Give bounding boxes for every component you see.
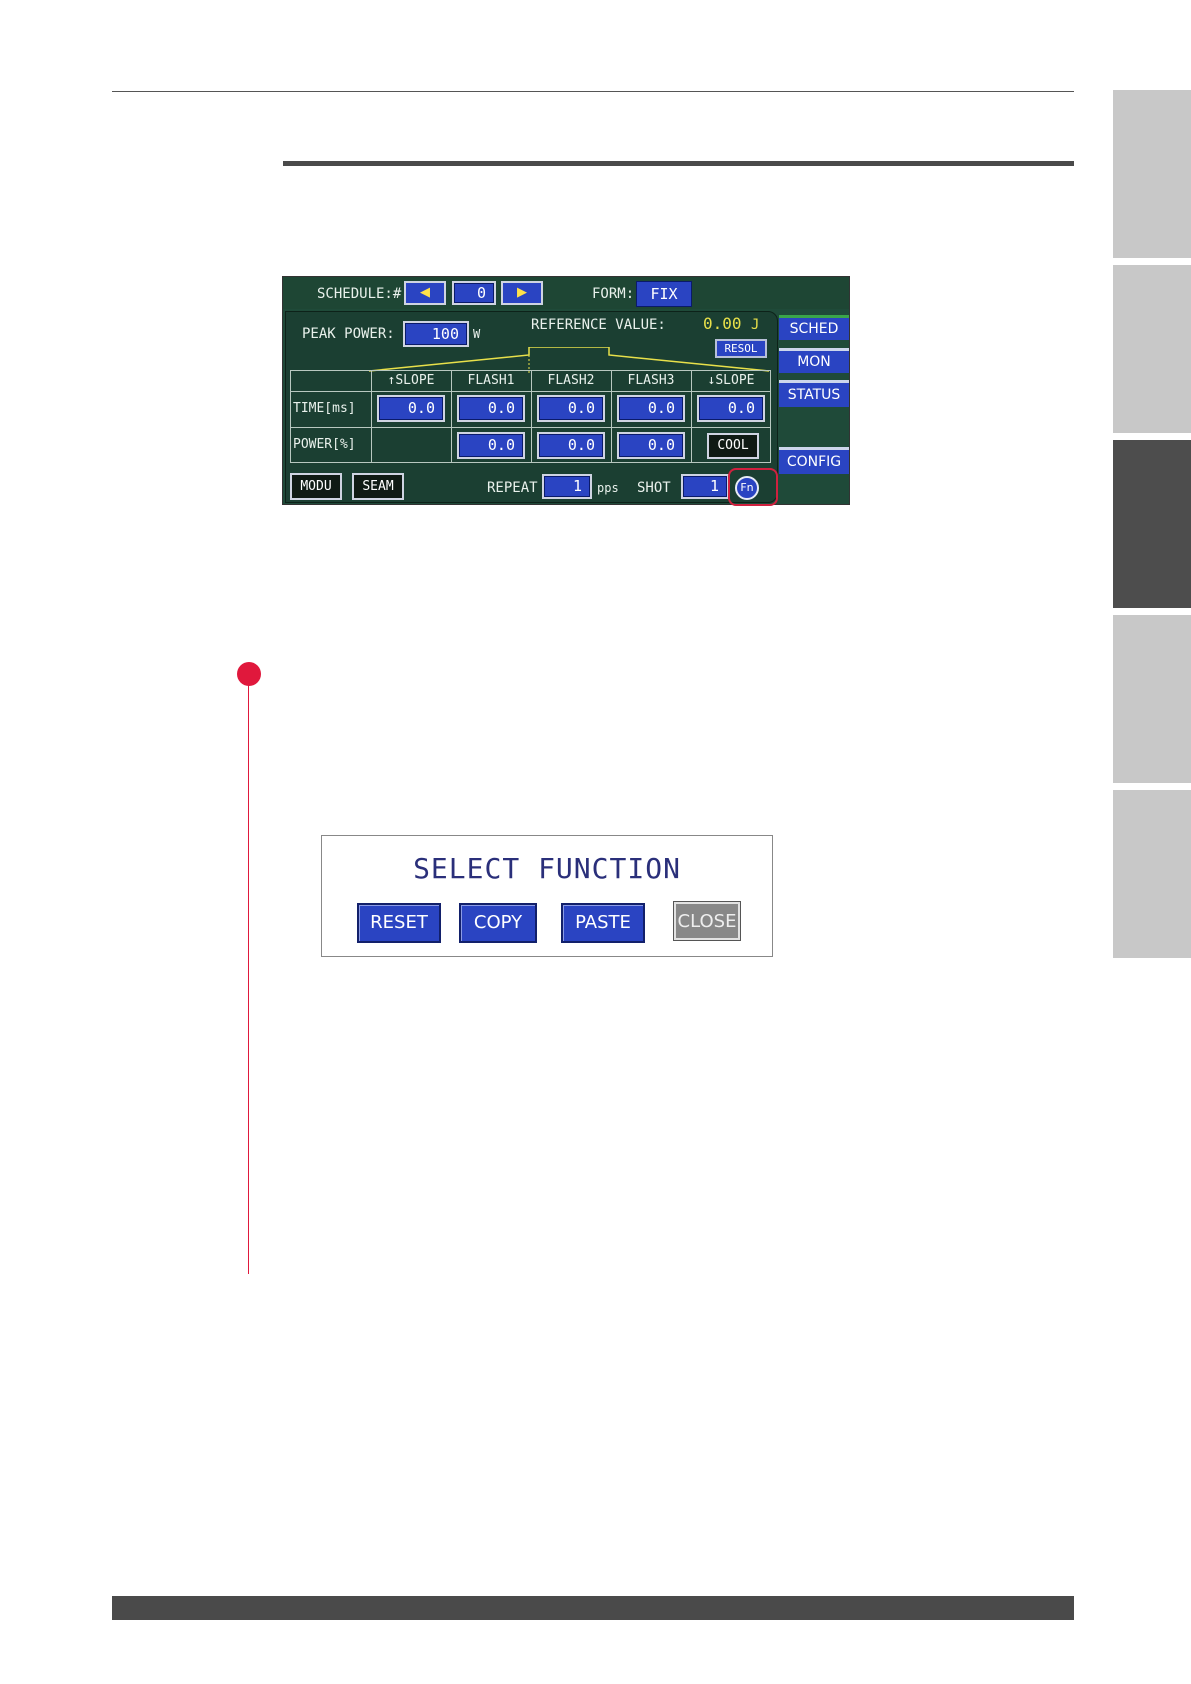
column-header-flash1: FLASH1 (467, 373, 515, 388)
pps-unit: pps (597, 481, 619, 495)
side-tab-4[interactable] (1113, 615, 1191, 783)
config-menu-button[interactable]: CONFIG (779, 447, 849, 474)
right-arrow-icon: ▶ (517, 285, 527, 300)
schedule-label: SCHEDULE:# (317, 286, 402, 302)
column-header-down-slope: ↓SLOPE (707, 373, 755, 388)
table-divider (291, 427, 770, 428)
time-down-slope-field[interactable]: 0.0 (697, 395, 765, 422)
header-rule (112, 91, 1074, 92)
form-value-button[interactable]: FIX (636, 281, 692, 307)
close-button[interactable]: CLOSE (674, 902, 740, 940)
mon-menu-button[interactable]: MON (779, 348, 849, 373)
shot-field[interactable]: 1 (681, 474, 729, 499)
form-label: FORM: (592, 286, 635, 302)
shot-label: SHOT (637, 480, 671, 496)
side-tab-1[interactable] (1113, 90, 1191, 258)
reference-unit: J (751, 317, 760, 333)
repeat-label: REPEAT (487, 480, 538, 496)
reset-button[interactable]: RESET (357, 903, 441, 943)
side-tab-5[interactable] (1113, 790, 1191, 958)
reference-value-label: REFERENCE VALUE: (531, 317, 666, 333)
status-menu-button[interactable]: STATUS (779, 380, 849, 407)
schedule-prev-button[interactable]: ◀ (404, 281, 446, 305)
column-header-flash3: FLASH3 (627, 373, 675, 388)
paste-button[interactable]: PASTE (561, 903, 645, 943)
footer-band (112, 1596, 1074, 1620)
time-flash1-field[interactable]: 0.0 (457, 395, 525, 422)
time-up-slope-field[interactable]: 0.0 (377, 395, 445, 422)
time-flash3-field[interactable]: 0.0 (617, 395, 685, 422)
power-row-label: POWER[%] (293, 437, 356, 452)
power-flash1-field[interactable]: 0.0 (457, 432, 525, 459)
select-function-dialog: SELECT FUNCTION RESET COPY PASTE CLOSE (321, 835, 773, 957)
side-tab-3-active[interactable] (1113, 440, 1191, 608)
peak-power-field[interactable]: 100 (403, 321, 469, 347)
peak-power-label: PEAK POWER: (302, 326, 395, 342)
repeat-field[interactable]: 1 (542, 474, 592, 499)
step-marker-dot (237, 662, 261, 686)
table-divider (291, 391, 770, 392)
time-flash2-field[interactable]: 0.0 (537, 395, 605, 422)
fn-button[interactable]: Fn (735, 476, 759, 500)
side-tab-2[interactable] (1113, 265, 1191, 433)
parameter-table: ↑SLOPE FLASH1 FLASH2 FLASH3 ↓SLOPE TIME[… (290, 370, 771, 463)
reference-value: 0.00 (703, 314, 742, 333)
power-flash2-field[interactable]: 0.0 (537, 432, 605, 459)
power-flash3-field[interactable]: 0.0 (617, 432, 685, 459)
sched-menu-button[interactable]: SCHED (779, 315, 849, 340)
dialog-title: SELECT FUNCTION (413, 852, 681, 885)
left-arrow-icon: ◀ (420, 285, 430, 300)
section-rule (283, 161, 1074, 166)
schedule-next-button[interactable]: ▶ (501, 281, 543, 305)
schedule-screen: SCHEDULE:# ◀ 0 ▶ FORM: FIX PEAK POWER: 1… (283, 277, 849, 506)
seam-button[interactable]: SEAM (352, 473, 404, 500)
step-marker-line (248, 684, 249, 1274)
modu-button[interactable]: MODU (290, 473, 342, 500)
column-header-up-slope: ↑SLOPE (387, 373, 435, 388)
column-header-flash2: FLASH2 (547, 373, 595, 388)
cool-button[interactable]: COOL (707, 433, 759, 459)
peak-power-unit: W (473, 327, 481, 341)
time-row-label: TIME[ms] (293, 401, 356, 416)
schedule-number-field[interactable]: 0 (452, 281, 496, 305)
copy-button[interactable]: COPY (459, 903, 537, 943)
